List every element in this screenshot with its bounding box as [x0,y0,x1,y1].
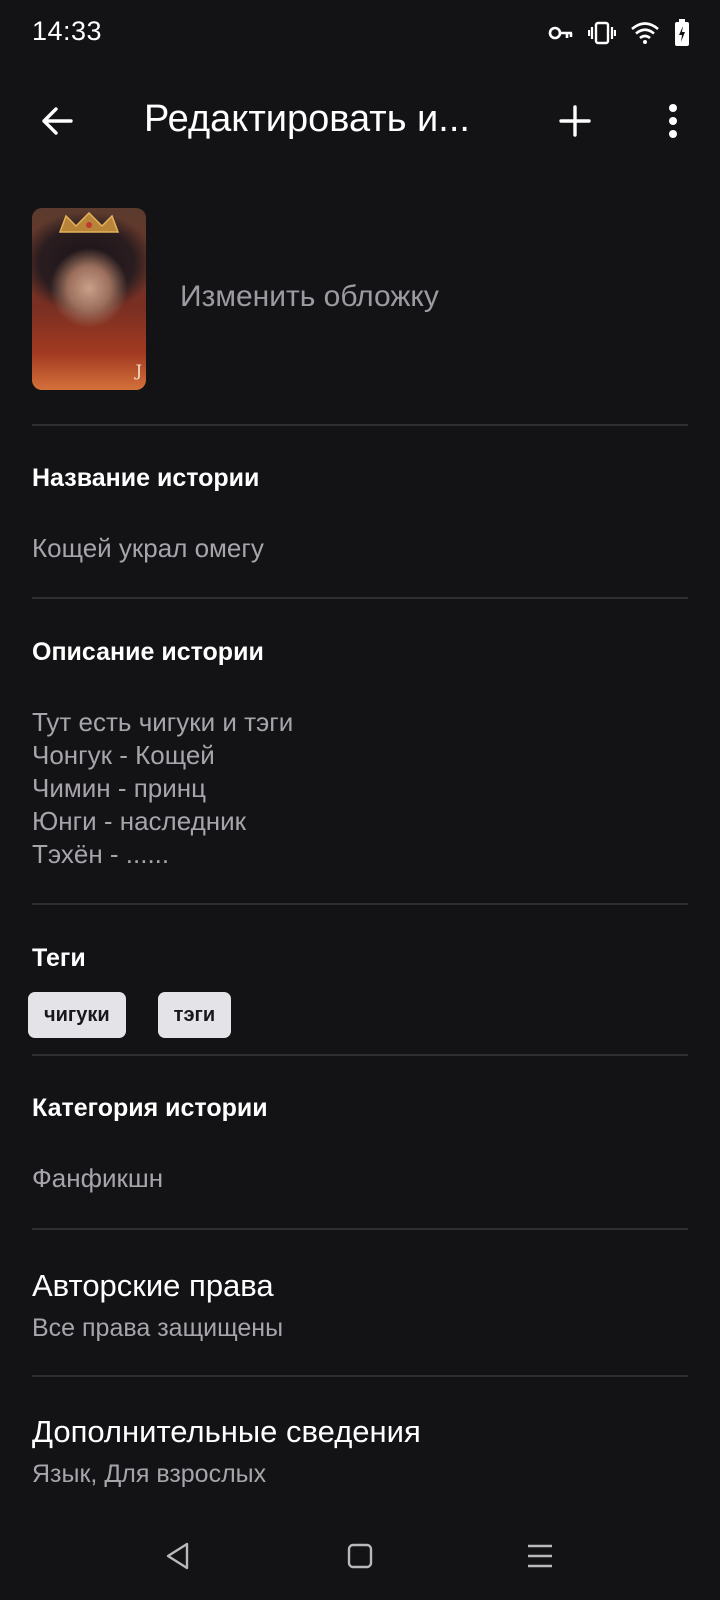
wifi-icon [630,21,660,45]
battery-charging-icon [674,19,690,47]
more-options-button[interactable] [646,94,700,148]
system-nav-bar [0,1512,720,1600]
additional-info-title: Дополнительные сведения [32,1414,421,1449]
story-title-input[interactable]: Кощей украл омегу [32,532,264,565]
story-title-label: Название истории [32,464,260,492]
edit-story-screen: 14:33 Редактировать и... J Изменить обло… [0,0,720,1600]
add-button[interactable] [548,94,602,148]
description-line: Чонгук - Кощей [32,740,215,770]
copyright-title: Авторские права [32,1268,274,1303]
divider [32,597,688,599]
tag-chip[interactable]: чигуки [28,992,126,1038]
app-bar: Редактировать и... [0,80,720,162]
tag-chip[interactable]: тэги [157,992,232,1038]
category-select[interactable]: Фанфикшн [32,1162,163,1195]
vibrate-icon [588,21,616,45]
vpn-key-icon [548,25,574,41]
category-label: Категория истории [32,1094,268,1122]
cover-image[interactable]: J [32,208,146,390]
nav-back-button[interactable] [154,1532,202,1580]
description-line: Юнги - наследник [32,806,247,836]
description-line: Тэхён - ...... [32,839,170,869]
crown-decoration [58,212,120,233]
nav-recents-button[interactable] [516,1532,564,1580]
more-vertical-icon [669,104,677,138]
story-description-label: Описание истории [32,638,264,666]
cover-signature: J [135,361,142,380]
description-line: Тут есть чигуки и тэги [32,707,294,737]
status-icons [548,16,690,50]
story-description-input[interactable]: Тут есть чигуки и тэги Чонгук - Кощей Чи… [32,706,293,871]
change-cover-row[interactable]: J Изменить обложку [32,208,688,390]
divider [32,1228,688,1230]
nav-home-button[interactable] [336,1532,384,1580]
page-title: Редактировать и... [144,98,470,140]
divider [32,1375,688,1377]
menu-lines-icon [528,1544,552,1568]
additional-info-subtitle: Язык, Для взрослых [32,1460,267,1488]
back-button[interactable] [30,94,84,148]
description-line: Чимин - принц [32,773,207,803]
tags-label: Теги [32,944,86,972]
plus-icon [559,105,591,137]
status-bar: 14:33 [0,0,720,68]
divider [32,903,688,905]
arrow-left-icon [42,107,73,135]
copyright-subtitle: Все права защищены [32,1314,284,1342]
square-home-icon [347,1543,373,1569]
status-time: 14:33 [32,16,103,46]
divider [32,424,688,426]
triangle-back-icon [166,1542,189,1570]
tag-list: чигуки тэги [28,992,232,1038]
change-cover-label[interactable]: Изменить обложку [180,280,439,314]
divider [32,1054,688,1056]
